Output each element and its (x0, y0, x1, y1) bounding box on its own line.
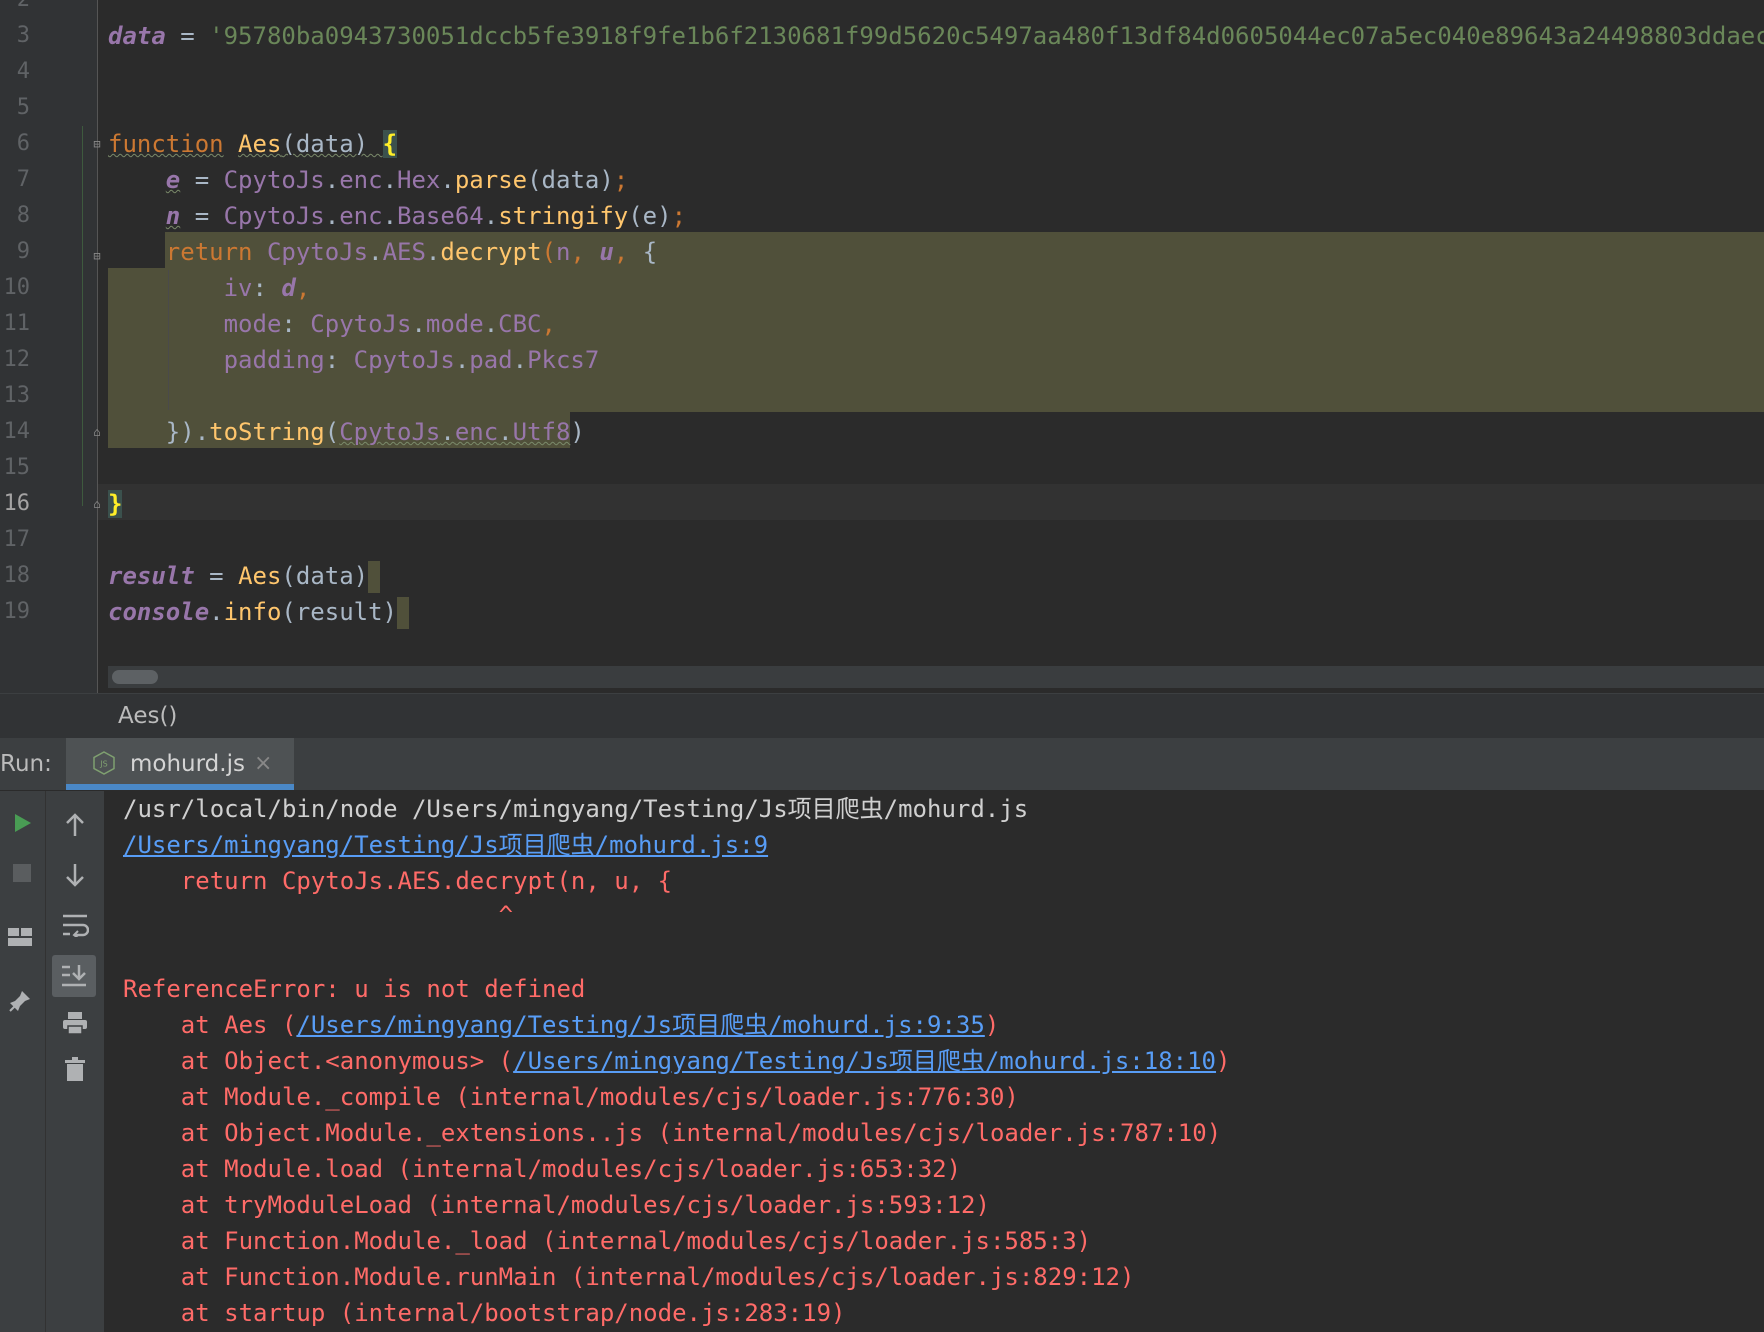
stack-trace-line: at tryModuleLoad (internal/modules/cjs/l… (123, 1191, 990, 1219)
text-caret (397, 597, 409, 629)
stack-trace-line: at Module.load (internal/modules/cjs/loa… (123, 1155, 962, 1183)
console-file-link[interactable]: /Users/mingyang/Testing/Js项目爬虫/mohurd.js… (123, 827, 768, 863)
code-line[interactable]: 16 } (0, 486, 1764, 522)
code-line[interactable]: 7 e = CpytoJs.enc.Hex.parse(data); (0, 162, 1764, 198)
line-number: 8 (16, 203, 30, 228)
code-text: n = CpytoJs.enc.Base64.stringify(e); (165, 202, 687, 230)
tab-mohurd-js[interactable]: JS mohurd.js × (66, 738, 294, 790)
code-text: mode: CpytoJs.mode.CBC, (223, 310, 556, 338)
breadcrumb[interactable]: Aes() (118, 694, 177, 739)
line-number: 11 (3, 311, 31, 336)
line-number: 17 (3, 527, 31, 552)
stack-trace-line: at Object.Module._extensions..js (intern… (123, 1119, 1222, 1147)
line-number: 14 (3, 419, 31, 444)
code-line[interactable]: 2 (0, 0, 1764, 18)
nodejs-icon: JS (93, 751, 115, 775)
trash-icon[interactable] (56, 1051, 94, 1087)
stop-icon[interactable] (4, 855, 40, 891)
code-line[interactable]: 14 }).toString(CpytoJs.enc.Utf8) (0, 414, 1764, 450)
run-label: Run: (0, 751, 52, 777)
code-line[interactable]: 15 (0, 450, 1764, 486)
layout-icon[interactable] (2, 919, 38, 955)
active-tab-indicator (66, 784, 294, 790)
tab-label: mohurd.js (130, 751, 245, 777)
horizontal-scrollbar[interactable] (108, 666, 1764, 688)
stack-trace-line: at startup (internal/bootstrap/node.js:2… (123, 1299, 846, 1327)
code-line[interactable]: 19 console.info(result) (0, 594, 1764, 630)
scroll-to-end-icon[interactable] (52, 955, 96, 997)
run-console-output[interactable]: /usr/local/bin/node /Users/mingyang/Test… (105, 791, 1764, 1332)
code-line[interactable]: 5 (0, 90, 1764, 126)
line-number: 18 (3, 563, 31, 588)
code-line[interactable]: 12 padding: CpytoJs.pad.Pkcs7 (0, 342, 1764, 378)
stack-trace-link[interactable]: /Users/mingyang/Testing/Js项目爬虫/mohurd.js… (513, 1047, 1216, 1075)
code-text: }).toString(CpytoJs.enc.Utf8) (165, 418, 585, 446)
code-editor[interactable]: ⊟ ⊟ ⌂ ⌂ 2 3 data = '95780ba0943730051dcc… (0, 0, 1764, 693)
pin-icon[interactable] (2, 983, 38, 1019)
console-caret-marker: ^ (123, 901, 514, 929)
code-text: console.info(result) (108, 594, 409, 630)
scrollbar-thumb[interactable] (112, 670, 158, 684)
console-source-line: return CpytoJs.AES.decrypt(n, u, { (123, 867, 673, 895)
arrow-down-icon[interactable] (56, 857, 94, 893)
line-number: 9 (16, 239, 30, 264)
console-command-line: /usr/local/bin/node /Users/mingyang/Test… (123, 795, 1029, 823)
code-text: return CpytoJs.AES.decrypt(n, u, { (165, 238, 658, 266)
close-icon[interactable]: × (254, 738, 272, 790)
stack-trace-link[interactable]: /Users/mingyang/Testing/Js项目爬虫/mohurd.js… (296, 1011, 984, 1039)
soft-wrap-icon[interactable] (56, 907, 94, 943)
code-line[interactable]: 8 n = CpytoJs.enc.Base64.stringify(e); (0, 198, 1764, 234)
code-line[interactable]: 11 mode: CpytoJs.mode.CBC, (0, 306, 1764, 342)
line-number: 10 (3, 275, 31, 300)
code-line[interactable]: 6 function Aes(data) { (0, 126, 1764, 162)
code-text: iv: d, (223, 274, 311, 302)
code-line[interactable]: 9 return CpytoJs.AES.decrypt(n, u, { (0, 234, 1764, 270)
code-line[interactable]: 3 data = '95780ba0943730051dccb5fe3918f9… (0, 18, 1764, 54)
run-toolbar-left (0, 791, 46, 1332)
stack-trace-line: at Module._compile (internal/modules/cjs… (123, 1083, 1019, 1111)
line-number: 15 (3, 455, 31, 480)
code-text: data = '95780ba0943730051dccb5fe3918f9fe… (108, 22, 1764, 50)
svg-text:JS: JS (99, 760, 107, 769)
line-number: 13 (3, 383, 31, 408)
line-number: 4 (16, 59, 30, 84)
run-toolbar-right (46, 791, 105, 1332)
code-line[interactable]: 10 iv: d, (0, 270, 1764, 306)
stack-trace-line: at Object.<anonymous> (/Users/mingyang/T… (123, 1047, 1231, 1075)
stack-trace-line: at Function.Module.runMain (internal/mod… (123, 1263, 1135, 1291)
code-text: padding: CpytoJs.pad.Pkcs7 (223, 346, 600, 374)
code-text: e = CpytoJs.enc.Hex.parse(data); (165, 166, 629, 194)
line-number: 2 (0, 0, 30, 18)
code-line[interactable]: 17 (0, 522, 1764, 558)
code-text: function Aes(data) { (108, 130, 398, 158)
console-error-message: ReferenceError: u is not defined (123, 975, 586, 1003)
line-number: 19 (3, 599, 31, 624)
line-number: 16 (3, 491, 31, 516)
stack-trace-line: at Aes (/Users/mingyang/Testing/Js项目爬虫/m… (123, 1011, 1000, 1039)
code-line[interactable]: 4 (0, 54, 1764, 90)
code-text: } (108, 490, 123, 518)
line-number: 12 (3, 347, 31, 372)
line-number: 5 (16, 95, 30, 120)
line-number: 3 (16, 23, 30, 48)
breadcrumb-bar: Aes() (0, 693, 1764, 739)
print-icon[interactable] (56, 1005, 94, 1041)
line-number: 6 (16, 131, 30, 156)
text-caret (368, 561, 381, 593)
rerun-icon[interactable] (4, 805, 40, 841)
code-text: result = Aes(data) (108, 558, 381, 594)
line-number: 7 (16, 167, 30, 192)
code-line[interactable]: 18 result = Aes(data) (0, 558, 1764, 594)
stack-trace-line: at Function.Module._load (internal/modul… (123, 1227, 1092, 1255)
code-line[interactable]: 13 (0, 378, 1764, 414)
arrow-up-icon[interactable] (56, 807, 94, 843)
